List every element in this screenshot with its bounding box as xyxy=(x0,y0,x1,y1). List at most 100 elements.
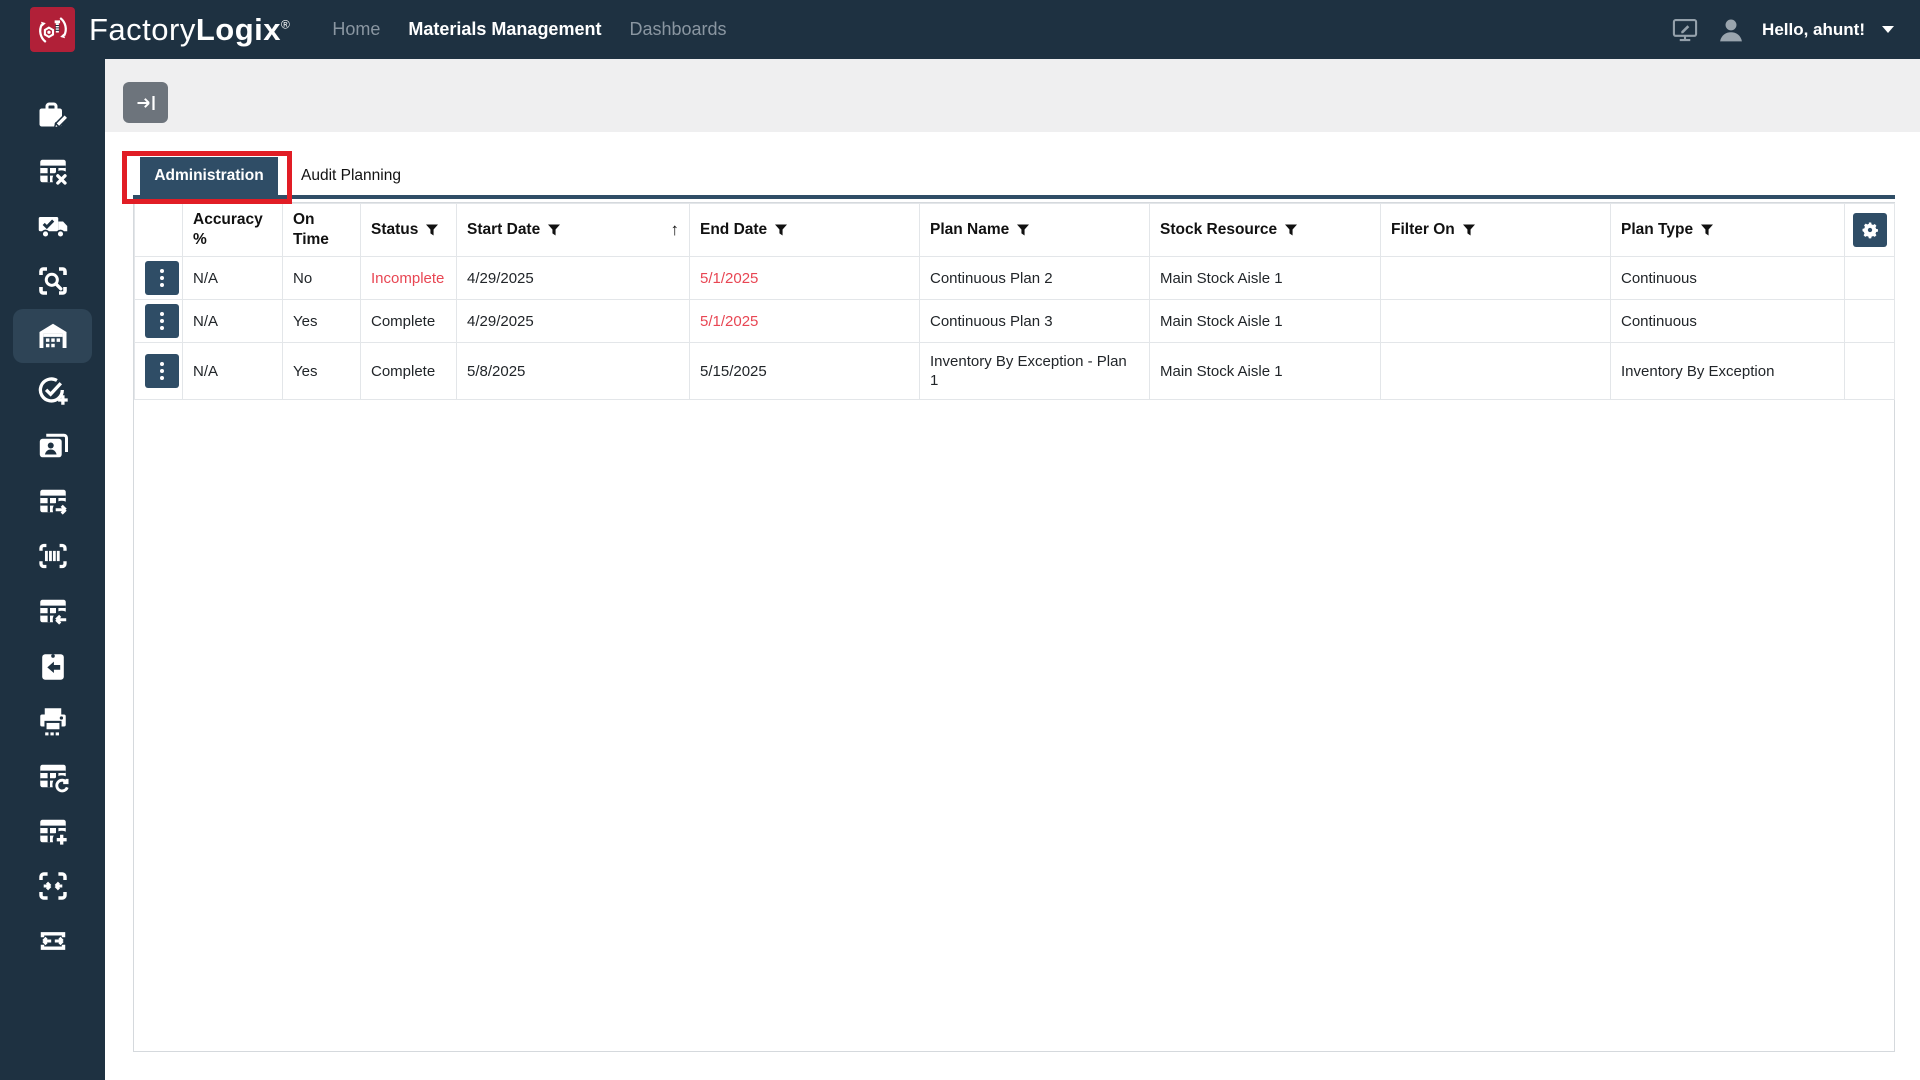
row-menu-button[interactable] xyxy=(145,261,179,295)
column-header-plan-type[interactable]: Plan Type xyxy=(1611,204,1845,257)
collapse-panel-button[interactable] xyxy=(123,82,168,123)
sort-asc-icon: ↑ xyxy=(671,220,680,240)
truck-check-icon xyxy=(35,208,71,244)
sidebar-item-expand[interactable] xyxy=(0,913,105,968)
sidebar-item-truck-check[interactable] xyxy=(0,198,105,253)
column-header-on-time[interactable]: On Time xyxy=(283,204,361,257)
filter-funnel-icon[interactable] xyxy=(1701,224,1713,236)
audit-plans-grid: Accuracy % On Time Status Start Date ↑ E… xyxy=(133,202,1895,1052)
filter-funnel-icon[interactable] xyxy=(1017,224,1029,236)
caret-down-icon[interactable] xyxy=(1882,26,1894,33)
tab-strip-underline xyxy=(133,195,1895,199)
nav-link-dashboards[interactable]: Dashboards xyxy=(629,19,726,40)
work-order-edit-icon xyxy=(35,98,71,134)
monitor-edit-icon[interactable] xyxy=(1670,16,1700,44)
cell-settings xyxy=(1845,300,1895,343)
cell-start-date: 4/29/2025 xyxy=(457,300,690,343)
sidebar-item-work-order-edit[interactable] xyxy=(0,88,105,143)
cell-start-date: 5/8/2025 xyxy=(457,343,690,400)
warehouse-icon xyxy=(35,318,71,354)
column-header-filter-on[interactable]: Filter On xyxy=(1381,204,1611,257)
factorylogix-logo[interactable] xyxy=(30,7,75,52)
filter-funnel-icon[interactable] xyxy=(775,224,787,236)
user-avatar-icon[interactable] xyxy=(1715,14,1747,46)
cell-on-time: No xyxy=(283,257,361,300)
cell-accuracy: N/A xyxy=(183,300,283,343)
sidebar-item-table-remove[interactable] xyxy=(0,143,105,198)
clipboard-return-icon xyxy=(35,648,71,684)
filter-funnel-icon[interactable] xyxy=(1463,224,1475,236)
sidebar-item-printer[interactable] xyxy=(0,693,105,748)
navbar-right: Hello, ahunt! xyxy=(1670,14,1894,46)
grid-settings-button[interactable] xyxy=(1853,213,1887,247)
column-header-status[interactable]: Status xyxy=(361,204,457,257)
filter-funnel-icon[interactable] xyxy=(426,224,438,236)
sidebar-item-table-add[interactable] xyxy=(0,803,105,858)
cell-start-date: 4/29/2025 xyxy=(457,257,690,300)
row-menu-button[interactable] xyxy=(145,304,179,338)
consolidate-arrows-in-icon xyxy=(35,868,71,904)
filter-funnel-icon[interactable] xyxy=(548,224,560,236)
cell-stock-resource: Main Stock Aisle 1 xyxy=(1150,343,1381,400)
cell-end-date: 5/1/2025 xyxy=(690,257,920,300)
nav-link-materials-management[interactable]: Materials Management xyxy=(408,19,601,40)
sidebar-item-table-import[interactable] xyxy=(0,583,105,638)
sidebar-item-warehouse[interactable] xyxy=(0,308,105,363)
table-row[interactable]: N/A No Incomplete 4/29/2025 5/1/2025 Con… xyxy=(135,257,1895,300)
expand-arrows-out-icon xyxy=(35,923,71,959)
tab-audit-planning[interactable]: Audit Planning xyxy=(301,157,401,195)
cell-end-date: 5/1/2025 xyxy=(690,300,920,343)
scan-search-icon xyxy=(35,263,71,299)
sidebar-item-barcode-scan[interactable] xyxy=(0,528,105,583)
filter-funnel-icon[interactable] xyxy=(1285,224,1297,236)
column-header-end-date[interactable]: End Date xyxy=(690,204,920,257)
barcode-scan-icon xyxy=(35,538,71,574)
cell-plan-name: Continuous Plan 2 xyxy=(920,257,1150,300)
cell-end-date: 5/15/2025 xyxy=(690,343,920,400)
cell-filter-on xyxy=(1381,257,1611,300)
top-navbar: FactoryLogix® Home Materials Management … xyxy=(0,0,1920,59)
cell-filter-on xyxy=(1381,300,1611,343)
table-row[interactable]: N/A Yes Complete 5/8/2025 5/15/2025 Inve… xyxy=(135,343,1895,400)
row-menu-button[interactable] xyxy=(145,354,179,388)
table-add-icon xyxy=(35,813,71,849)
printer-icon xyxy=(35,703,71,739)
user-greeting[interactable]: Hello, ahunt! xyxy=(1762,20,1865,40)
cell-plan-type: Continuous xyxy=(1611,257,1845,300)
column-header-stock-resource[interactable]: Stock Resource xyxy=(1150,204,1381,257)
column-header-settings xyxy=(1845,204,1895,257)
sidebar-item-clipboard-return[interactable] xyxy=(0,638,105,693)
table-refresh-icon xyxy=(35,758,71,794)
content-top-strip xyxy=(105,59,1920,132)
column-header-plan-name[interactable]: Plan Name xyxy=(920,204,1150,257)
column-header-accuracy[interactable]: Accuracy % xyxy=(183,204,283,257)
tab-administration[interactable]: Administration xyxy=(140,157,278,195)
cell-plan-name: Continuous Plan 3 xyxy=(920,300,1150,343)
cell-plan-type: Inventory By Exception xyxy=(1611,343,1845,400)
sidebar-item-contact-cards[interactable] xyxy=(0,418,105,473)
cell-stock-resource: Main Stock Aisle 1 xyxy=(1150,300,1381,343)
cell-stock-resource: Main Stock Aisle 1 xyxy=(1150,257,1381,300)
logo-bolt-icon xyxy=(35,12,71,48)
sidebar-item-audit-check-add[interactable] xyxy=(0,363,105,418)
left-sidebar xyxy=(0,59,105,1080)
sidebar-item-scan-search[interactable] xyxy=(0,253,105,308)
sidebar-item-table-export[interactable] xyxy=(0,473,105,528)
sidebar-item-table-refresh[interactable] xyxy=(0,748,105,803)
column-header-start-date[interactable]: Start Date ↑ xyxy=(457,204,690,257)
sidebar-item-consolidate[interactable] xyxy=(0,858,105,913)
cell-settings xyxy=(1845,257,1895,300)
column-header-menu xyxy=(135,204,183,257)
gear-icon xyxy=(1860,220,1880,240)
cell-status: Complete xyxy=(361,300,457,343)
table-row[interactable]: N/A Yes Complete 4/29/2025 5/1/2025 Cont… xyxy=(135,300,1895,343)
cell-status: Incomplete xyxy=(361,257,457,300)
cell-status: Complete xyxy=(361,343,457,400)
cell-plan-name: Inventory By Exception - Plan 1 xyxy=(920,343,1150,400)
cell-settings xyxy=(1845,343,1895,400)
cell-plan-type: Continuous xyxy=(1611,300,1845,343)
table-export-icon xyxy=(35,483,71,519)
nav-link-home[interactable]: Home xyxy=(332,19,380,40)
main-nav: Home Materials Management Dashboards xyxy=(332,19,726,40)
header-row: Accuracy % On Time Status Start Date ↑ E… xyxy=(135,204,1895,257)
